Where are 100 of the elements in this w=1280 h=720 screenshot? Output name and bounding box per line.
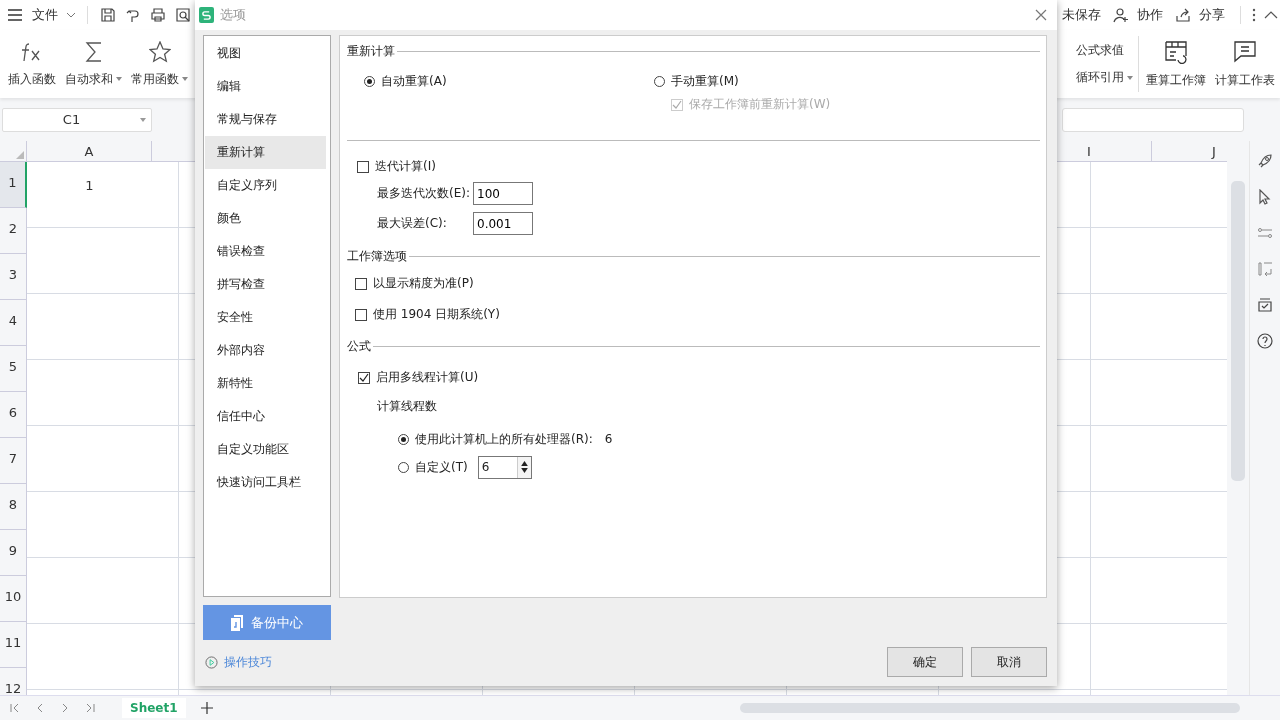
share-icon[interactable] bbox=[1175, 7, 1191, 23]
nav-item[interactable]: 外部内容 bbox=[205, 334, 326, 367]
option-label: 手动重算(M) bbox=[671, 73, 739, 90]
share-button[interactable]: 分享 bbox=[1199, 6, 1225, 24]
file-menu[interactable]: 文件 bbox=[32, 6, 58, 24]
input-field[interactable]: 100 bbox=[473, 182, 533, 205]
more-icon[interactable] bbox=[1252, 8, 1256, 22]
row-header[interactable]: 7 bbox=[0, 438, 27, 484]
number-spinner[interactable]: 6 bbox=[477, 455, 532, 479]
cursor-icon[interactable] bbox=[1257, 189, 1273, 205]
ribbon-button[interactable]: 插入函数 bbox=[4, 40, 60, 88]
help-icon[interactable] bbox=[1257, 333, 1273, 349]
radio-button[interactable] bbox=[364, 76, 375, 87]
row-header[interactable]: 12 bbox=[0, 668, 27, 695]
ribbon-button[interactable]: 重算工作簿 bbox=[1142, 39, 1210, 89]
checkbox[interactable] bbox=[355, 308, 367, 321]
checkbox[interactable] bbox=[358, 371, 370, 384]
dialog-title: 选项 bbox=[220, 6, 246, 24]
nav-item[interactable]: 新特性 bbox=[205, 367, 326, 400]
dialog-button[interactable]: 确定 bbox=[887, 647, 963, 677]
nav-item[interactable]: 颜色 bbox=[205, 202, 326, 235]
print-preview-icon[interactable] bbox=[175, 7, 191, 23]
row-header[interactable]: 10 bbox=[0, 576, 27, 622]
nav-item[interactable]: 常规与保存 bbox=[205, 103, 326, 136]
checkbox[interactable] bbox=[355, 277, 367, 290]
name-box[interactable]: C1 bbox=[2, 107, 152, 132]
add-user-icon[interactable] bbox=[1113, 7, 1129, 23]
ribbon-button[interactable]: 循环引用 bbox=[1076, 69, 1133, 86]
next-sheet-icon[interactable] bbox=[60, 703, 70, 713]
nav-item[interactable]: 自定义功能区 bbox=[205, 433, 326, 466]
option-label: 保存工作簿前重新计算(W) bbox=[689, 96, 831, 113]
row-header[interactable]: 5 bbox=[0, 346, 27, 392]
menu-icon[interactable] bbox=[8, 9, 22, 21]
sliders-icon[interactable] bbox=[1257, 225, 1273, 241]
row-header[interactable]: 4 bbox=[0, 300, 27, 346]
collapse-icon[interactable] bbox=[1264, 11, 1278, 19]
field-label: 最大误差(C): bbox=[377, 215, 448, 232]
group-label: 计算线程数 bbox=[377, 398, 438, 415]
close-icon[interactable] bbox=[1035, 9, 1047, 21]
collaborate-button[interactable]: 协作 bbox=[1137, 6, 1163, 24]
nav-item[interactable]: 编辑 bbox=[205, 70, 326, 103]
rocket-icon[interactable] bbox=[1257, 153, 1273, 169]
row-header[interactable]: 9 bbox=[0, 530, 27, 576]
ribbon-button[interactable]: 常用函数 bbox=[127, 40, 192, 88]
nav-item[interactable]: 快速访问工具栏 bbox=[205, 466, 326, 499]
input-field[interactable]: 0.001 bbox=[473, 212, 533, 235]
sum-icon bbox=[83, 40, 104, 63]
field-label: 最多迭代次数(E): bbox=[377, 185, 471, 202]
document-icon bbox=[231, 614, 243, 631]
nav-item[interactable]: 自定义序列 bbox=[205, 169, 326, 202]
column-header[interactable]: A bbox=[84, 143, 94, 159]
section-title: 重新计算 bbox=[347, 42, 395, 60]
row-header[interactable]: 11 bbox=[0, 622, 27, 668]
add-sheet-icon[interactable] bbox=[200, 702, 213, 714]
row-header[interactable]: 6 bbox=[0, 392, 27, 438]
app-logo-icon bbox=[199, 7, 214, 23]
option-label: 以显示精度为准(P) bbox=[373, 275, 474, 292]
ribbon-button[interactable]: 自动求和 bbox=[61, 40, 126, 88]
nav-item[interactable]: 视图 bbox=[205, 37, 326, 70]
column-header[interactable]: J bbox=[1212, 143, 1216, 159]
nav-item[interactable]: 信任中心 bbox=[205, 400, 326, 433]
nav-item[interactable]: 错误检查 bbox=[205, 235, 326, 268]
radio-button[interactable] bbox=[398, 433, 409, 445]
calculate-sheet-icon bbox=[1233, 39, 1257, 64]
option-label: 自动重算(A) bbox=[381, 73, 447, 90]
column-header[interactable]: I bbox=[1087, 143, 1091, 159]
nav-item[interactable]: 安全性 bbox=[205, 301, 326, 334]
previous-sheet-icon[interactable] bbox=[35, 703, 45, 713]
horizontal-scrollbar[interactable] bbox=[740, 703, 1240, 713]
dialog-button[interactable]: 取消 bbox=[971, 647, 1047, 677]
radio-button[interactable] bbox=[654, 76, 665, 87]
section-title: 公式 bbox=[347, 337, 371, 355]
processor-count: 6 bbox=[604, 432, 613, 446]
first-sheet-icon[interactable] bbox=[10, 703, 20, 713]
save-status: 未保存 bbox=[1062, 6, 1101, 24]
play-icon bbox=[205, 656, 218, 669]
caret-icon bbox=[116, 77, 122, 81]
caret-icon bbox=[182, 77, 188, 81]
save-icon[interactable] bbox=[100, 7, 116, 23]
option-label: 启用多线程计算(U) bbox=[376, 369, 479, 386]
option-label: 使用 1904 日期系统(Y) bbox=[373, 306, 500, 323]
ribbon-button[interactable]: 公式求值 bbox=[1076, 42, 1133, 59]
row-header[interactable]: 2 bbox=[0, 208, 27, 254]
chevron-down-icon[interactable] bbox=[66, 12, 76, 18]
option-label: 使用此计算机上的所有处理器(R): bbox=[415, 430, 593, 448]
ribbon-button[interactable]: 计算工作表 bbox=[1211, 39, 1279, 89]
row-header[interactable]: 3 bbox=[0, 254, 27, 300]
checkbox[interactable] bbox=[357, 160, 369, 173]
archive-icon[interactable] bbox=[1257, 297, 1273, 313]
nav-item[interactable]: 拼写检查 bbox=[205, 268, 326, 301]
scrollbar-thumb[interactable] bbox=[1231, 181, 1245, 481]
formula-input[interactable] bbox=[1062, 107, 1244, 132]
recalculate-icon bbox=[1164, 39, 1188, 64]
last-sheet-icon[interactable] bbox=[85, 703, 95, 713]
radio-button[interactable] bbox=[398, 461, 409, 473]
row-header[interactable]: 1 bbox=[0, 162, 27, 208]
nav-item[interactable]: 重新计算 bbox=[205, 136, 326, 169]
star-icon bbox=[148, 40, 171, 63]
print-icon[interactable] bbox=[150, 7, 166, 23]
row-header[interactable]: 8 bbox=[0, 484, 27, 530]
